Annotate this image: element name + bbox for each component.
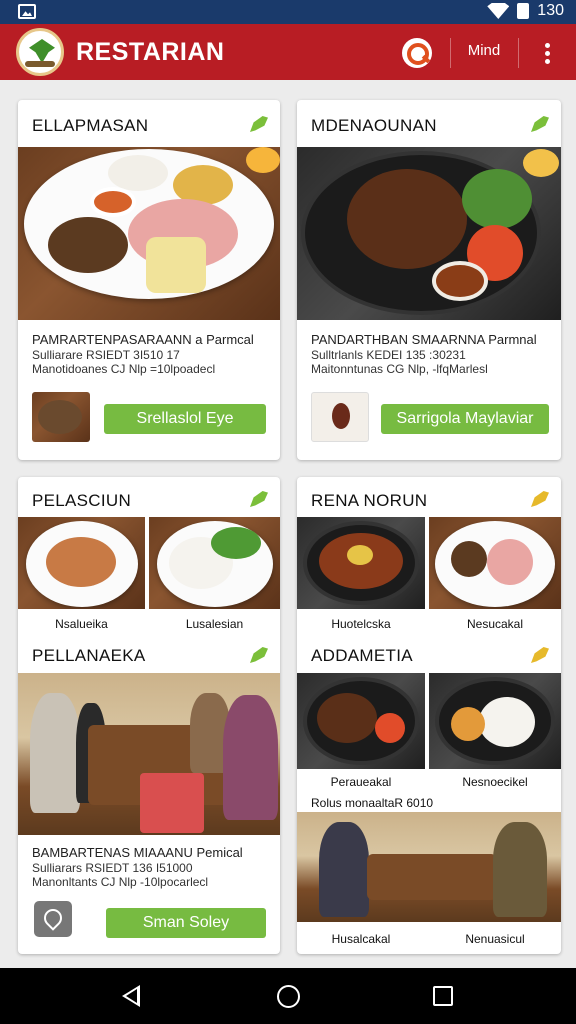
gallery-notification-icon [18,4,36,19]
leaf-icon [531,647,549,663]
dining-photo[interactable] [297,812,561,922]
dish-photo[interactable] [18,517,145,609]
dish-thumbnail[interactable] [311,392,369,442]
restaurant-card[interactable]: MDENAOUNAN PANDARTHBAN SMAARNNA Parmnal … [297,100,561,460]
card-description-title: PAMRARTENPASARAANN a Parmcal [32,332,254,347]
status-bar: 130 [0,0,576,24]
status-icons: 130 [487,2,564,20]
dish-photo[interactable] [297,517,425,609]
card-title: ELLAPMASAN [32,116,149,135]
section-title: PELLANAEKA [32,646,146,665]
card-description-title: PANDARTHBAN SMAARNNA Parmnal [311,332,537,347]
section-title: ADDAMETIA [311,646,413,665]
card-description: Manotidoanes CJ Nlp =10lpoadecl [32,362,216,376]
dish-thumbnail[interactable] [32,392,90,442]
dining-photo[interactable] [18,673,280,835]
leaf-icon [250,647,268,663]
card-action-button[interactable]: Sarrigola Maylaviar [381,404,549,434]
card-action-button[interactable]: Srellaslol Eye [104,404,266,434]
dish-photo[interactable] [297,673,425,769]
system-nav-bar [0,968,576,1024]
favorite-button[interactable] [34,901,72,937]
location-pin-icon [40,905,66,931]
dish-caption: Nesucakal [466,617,524,631]
dish-caption: Nenuasicul [465,932,525,946]
app-bar-divider [518,38,519,68]
search-icon[interactable] [402,38,432,68]
wifi-icon [487,3,510,19]
battery-icon [517,3,530,19]
recent-apps-icon[interactable] [433,986,453,1006]
card-action-button[interactable]: Sman Soley [106,908,266,938]
mind-button[interactable]: Mind [456,42,512,59]
home-icon[interactable] [277,985,300,1008]
app-title: RESTARIAN [76,38,225,66]
dish-photo[interactable] [429,517,561,609]
card-title: RENA NORUN [311,491,428,510]
card-description: Sulltrlanls KEDEI 135 :30231 [311,348,466,362]
restaurant-card[interactable]: ELLAPMASAN PAMRARTENPASARAANN a Parmcal … [18,100,280,460]
dish-photo[interactable] [18,147,280,320]
dish-caption: Nsalueika [55,617,108,631]
card-title: PELASCIUN [32,491,132,510]
dish-caption: Lusalesian [185,617,244,631]
restaurant-card[interactable]: RENA NORUN Huotelcska Nesucakal ADDAMETI… [297,477,561,954]
card-description-title: BAMBARTENAS MIAAANU Pemical [32,845,243,860]
dish-photo[interactable] [149,517,280,609]
app-bar: RESTARIAN Mind [0,24,576,80]
app-bar-divider [450,38,451,68]
restaurant-leaf-logo-icon [16,28,64,76]
dish-caption: Peraueakal [330,775,392,789]
card-description: Sulliarars RSIEDT 136 I51000 [32,861,193,875]
dish-photo[interactable] [429,673,561,769]
card-description: Manonltants CJ Nlp -10lpocarlecl [32,875,209,889]
restaurant-card[interactable]: PELASCIUN Nsalueika Lusalesian PELLANAEK… [18,477,280,954]
leaf-icon [531,116,549,132]
leaf-icon [250,116,268,132]
leaf-icon [250,491,268,507]
dish-photo[interactable] [297,147,561,320]
more-vert-icon[interactable] [536,40,558,66]
card-description: Maitonntunas CG Nlp, -lfqMarlesl [311,362,488,376]
dish-caption: Nesnoecikel [462,775,528,789]
leaf-icon [531,491,549,507]
card-description: Sulliarare RSIEDT 3I510 17 [32,348,180,362]
status-time: 130 [537,2,564,19]
dining-photo-caption: Rolus monaaltaR 6010 [311,796,434,810]
card-title: MDENAOUNAN [311,116,437,135]
dish-caption: Husalcakal [331,932,391,946]
back-icon[interactable] [122,985,140,1007]
dish-caption: Huotelcska [331,617,391,631]
